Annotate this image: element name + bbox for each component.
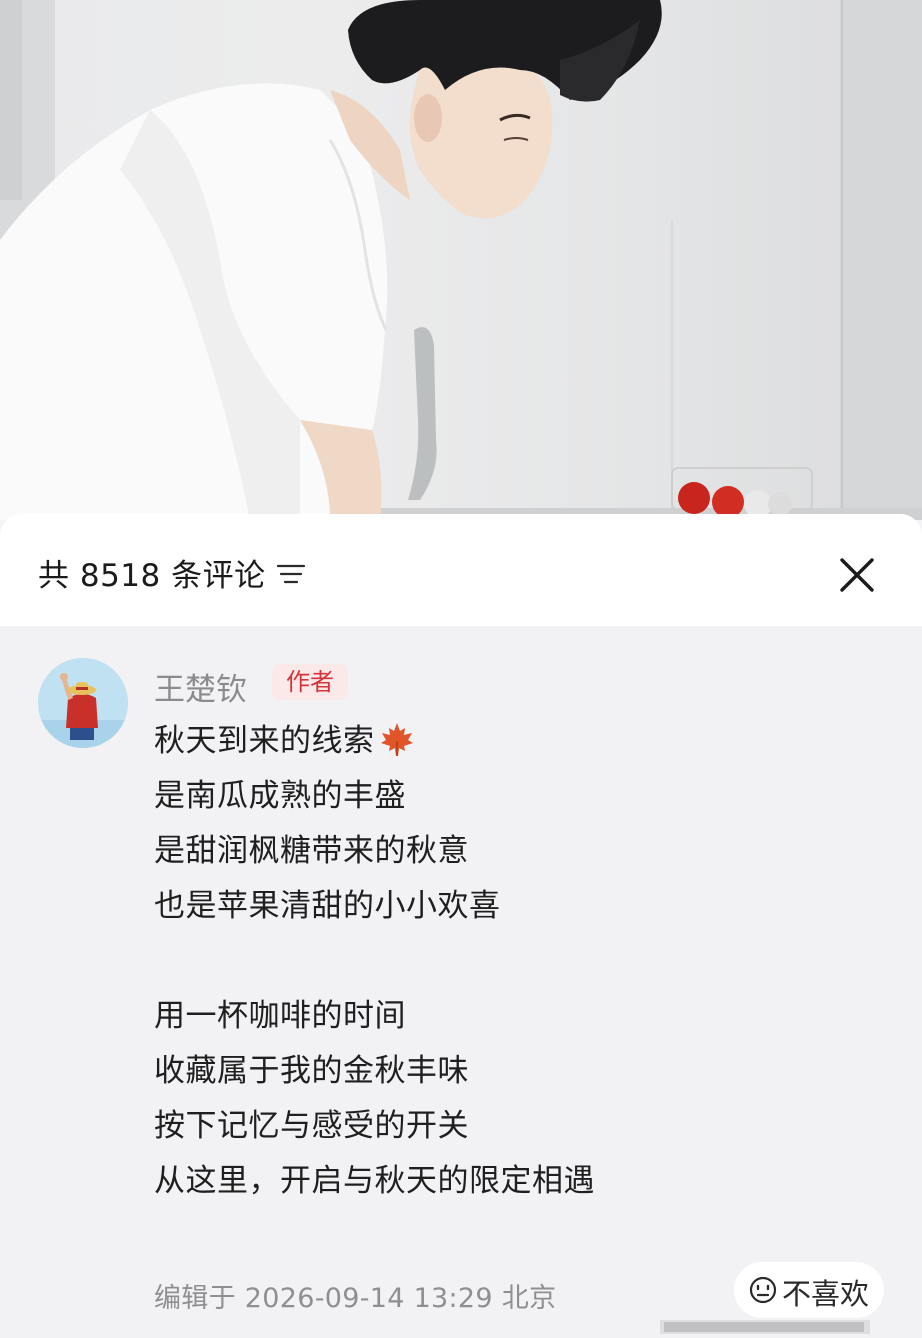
avatar[interactable] <box>38 658 128 748</box>
sort-lines-icon[interactable] <box>276 562 306 586</box>
comment-meta: 编辑于 2026-09-14 13:29 北京 <box>154 1283 557 1314</box>
comment-line: 按下记忆与感受的开关 <box>154 1108 469 1144</box>
comment-line-text: 秋天到来的线索 <box>154 723 375 759</box>
avatar-image <box>38 658 128 748</box>
comment-line: 也是苹果清甜的小小欢喜 <box>154 888 501 924</box>
comment-line: 从这里，开启与秋天的限定相遇 <box>154 1163 595 1199</box>
comment-line: 收藏属于我的金秋丰味 <box>154 1053 469 1089</box>
comment-line: 是甜润枫糖带来的秋意 <box>154 833 469 869</box>
comment-text: 秋天到来的线索 是南瓜成熟的丰盛 是甜润枫糖带来的秋意 也是苹果清甜的小小欢喜 … <box>154 714 854 1209</box>
comment-item: 王楚钦 作者 秋天到来的线索 是南瓜成熟的丰盛 是甜润枫糖带来的秋意 也是苹果清… <box>0 626 922 1338</box>
author-badge: 作者 <box>272 664 348 700</box>
comment-count: 共 8518 条评论 <box>38 558 266 594</box>
video-preview[interactable] <box>0 0 922 520</box>
comment-line: 秋天到来的线索 <box>154 714 854 769</box>
comment-sheet-header: 共 8518 条评论 <box>0 514 922 626</box>
video-frame-image <box>0 0 922 520</box>
watermark-bar <box>660 1320 870 1334</box>
maple-leaf-icon <box>380 723 413 756</box>
comment-username[interactable]: 王楚钦 <box>154 664 247 709</box>
comment-line: 用一杯咖啡的时间 <box>154 998 406 1034</box>
dislike-button[interactable]: 不喜欢 <box>734 1262 884 1318</box>
dislike-label: 不喜欢 <box>782 1277 870 1311</box>
comment-sheet: 共 8518 条评论 王楚钦 作者 秋天到来的线索 是南瓜成熟的丰盛 是甜润枫糖… <box>0 514 922 1338</box>
comment-line: 是南瓜成熟的丰盛 <box>154 778 406 814</box>
comment-line-blank <box>154 934 854 989</box>
close-x-icon[interactable] <box>832 550 882 600</box>
neutral-face-icon <box>749 1276 777 1304</box>
app-screen: 共 8518 条评论 王楚钦 作者 秋天到来的线索 是南瓜成熟的丰盛 是甜润枫糖… <box>0 0 922 1338</box>
